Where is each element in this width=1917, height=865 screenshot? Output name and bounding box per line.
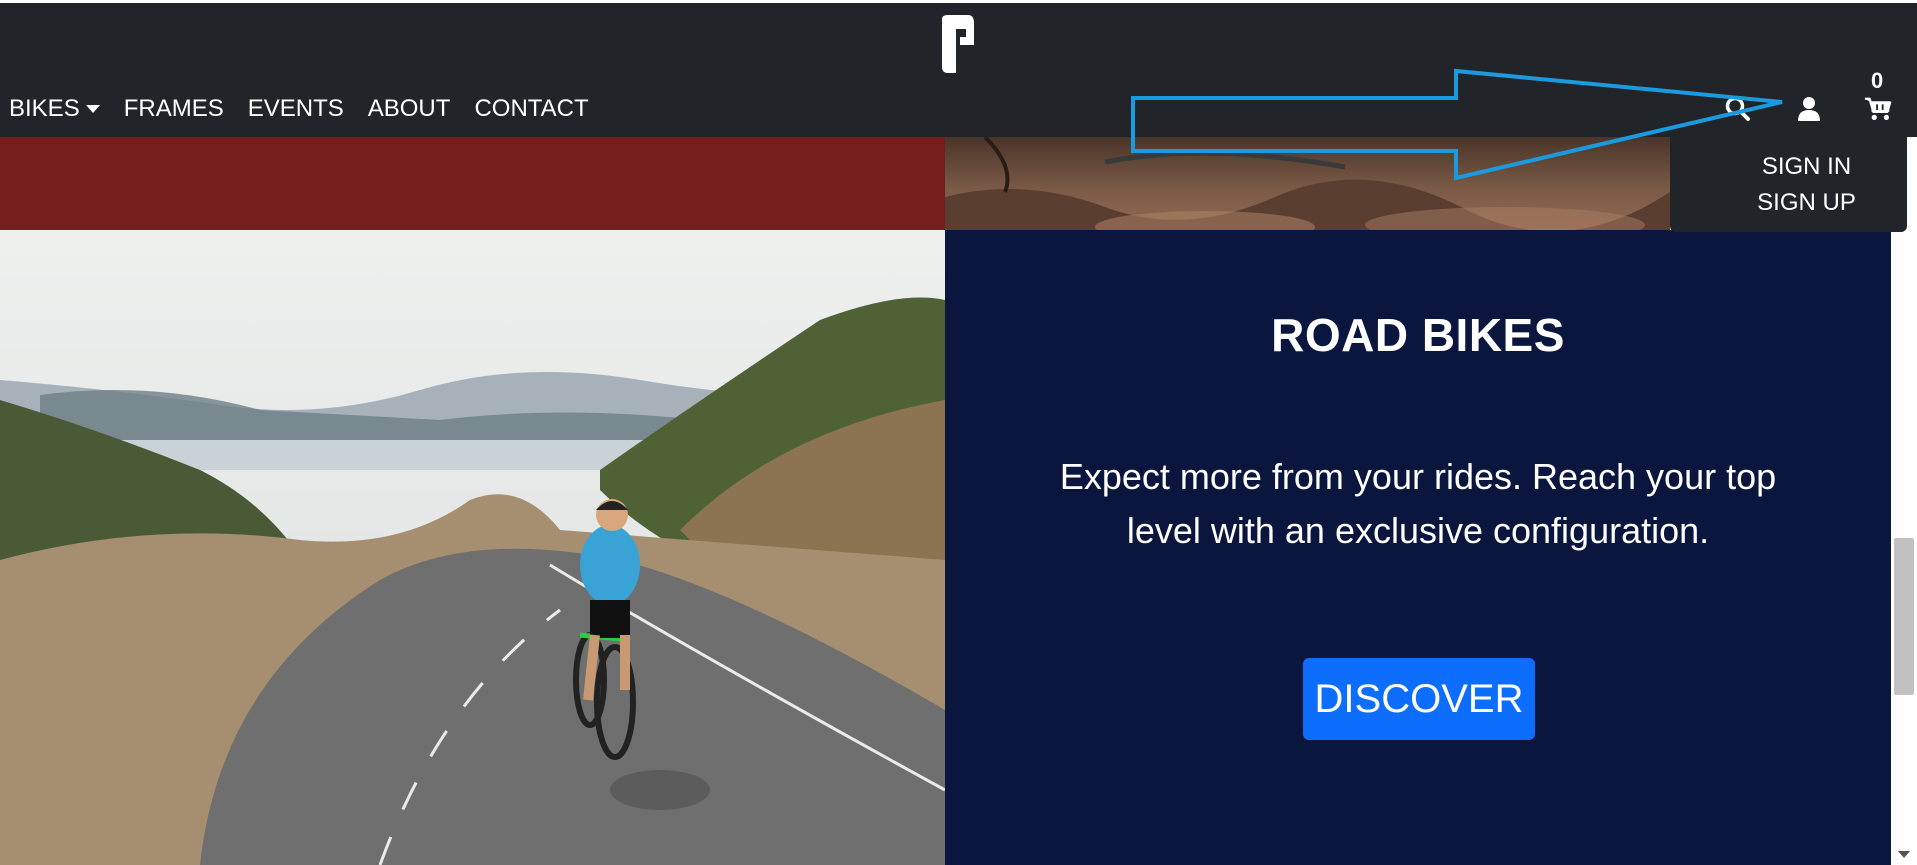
user-icon[interactable] xyxy=(1795,95,1823,123)
nav-contact[interactable]: CONTACT xyxy=(474,95,588,123)
sign-in-link[interactable]: SIGN IN xyxy=(1706,149,1907,185)
nav-about[interactable]: ABOUT xyxy=(368,95,451,123)
discover-button[interactable]: DISCOVER xyxy=(1303,658,1535,740)
nav-bikes-label: BIKES xyxy=(9,95,80,122)
scrollbar-thumb[interactable] xyxy=(1894,538,1914,695)
cart-count-badge: 0 xyxy=(1871,68,1884,93)
top-navbar: BIKES FRAMES EVENTS ABOUT CONTACT 0 xyxy=(0,3,1917,137)
nav-frames[interactable]: FRAMES xyxy=(124,95,224,123)
user-dropdown-menu: SIGN IN SIGN UP xyxy=(1670,137,1907,232)
chevron-down-icon xyxy=(85,105,100,113)
mountain-bike-photo-strip xyxy=(945,137,1670,230)
panel-description: Expect more from your rides. Reach your … xyxy=(1059,456,1777,551)
panel-title: ROAD BIKES xyxy=(1271,309,1565,361)
sign-up-link[interactable]: SIGN UP xyxy=(1706,185,1907,221)
brand-logo-icon[interactable] xyxy=(936,15,976,73)
search-icon[interactable] xyxy=(1724,95,1752,123)
red-banner-strip xyxy=(0,137,945,230)
scrollbar-track[interactable] xyxy=(1891,137,1917,865)
cyclist-road-photo xyxy=(0,230,945,865)
nav-events[interactable]: EVENTS xyxy=(248,95,344,123)
main-nav: BIKES FRAMES EVENTS ABOUT CONTACT xyxy=(9,95,613,123)
road-bikes-panel: ROAD BIKES Expect more from your rides. … xyxy=(945,230,1891,865)
cart-icon[interactable] xyxy=(1864,95,1892,123)
scroll-down-arrow-icon[interactable] xyxy=(1898,851,1910,858)
nav-bikes[interactable]: BIKES xyxy=(9,95,100,123)
